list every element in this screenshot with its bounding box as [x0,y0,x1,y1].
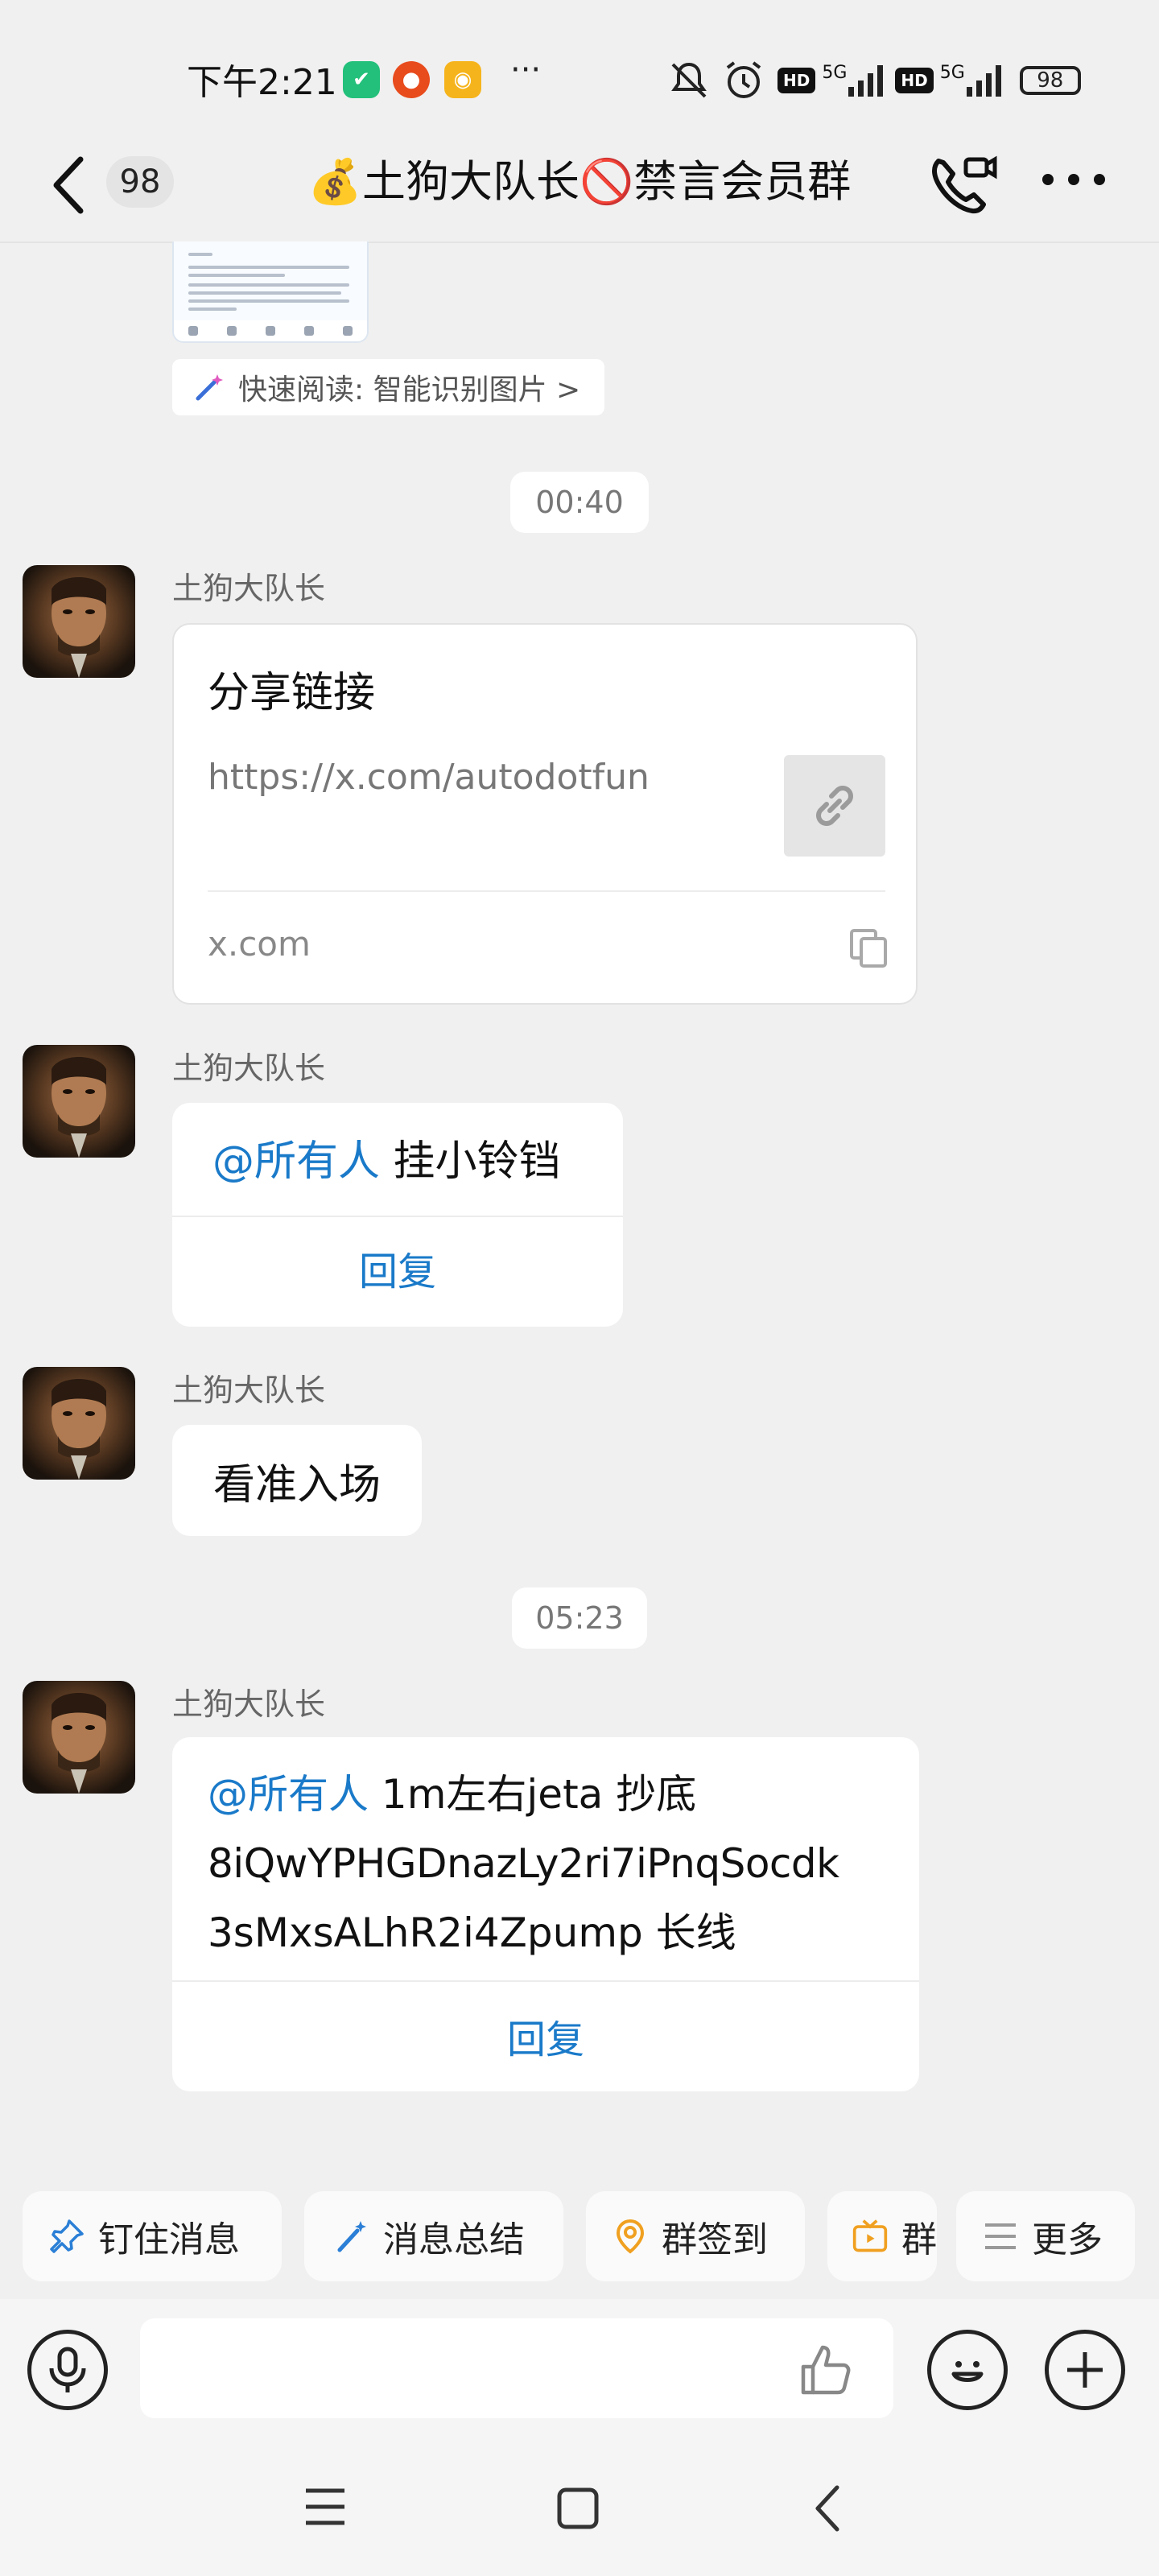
network-label: 5G [822,62,848,83]
copy-icon[interactable] [847,926,890,969]
quick-action-label: 群 [901,2219,937,2260]
message-bubble[interactable]: 看准入场 [172,1425,422,1536]
signal-icon [966,65,1001,97]
microphone-icon [49,2347,86,2392]
message-summary-button[interactable]: 消息总结 [304,2191,563,2281]
link-icon [784,755,885,857]
avatar[interactable] [23,1681,135,1794]
hd-badge: HD [895,68,934,93]
quick-read-button[interactable]: 快速阅读: 智能识别图片 > [172,359,605,415]
reply-divider [172,1980,919,1982]
app-notification-icon: ● [393,61,430,98]
group-title: 💰土狗大队长🚫禁言会员群 [307,156,852,207]
home-icon[interactable] [555,2486,600,2531]
app-notification-icon: ✔ [343,61,380,98]
pin-icon [50,2219,84,2253]
timestamp: 00:40 [510,472,649,533]
system-navigation-bar [0,2441,1159,2576]
input-bar [0,2299,1159,2441]
quick-action-label: 消息总结 [383,2219,525,2260]
status-time: 下午2:21 [187,62,337,103]
call-icon[interactable] [924,151,1000,219]
status-icons: HD 5G HD 5G 98 [666,58,1081,103]
sender-name: 土狗大队长 [172,1051,326,1086]
chat-header: 98 💰土狗大队长🚫禁言会员群 [0,129,1159,243]
avatar[interactable] [23,565,135,678]
timestamp: 05:23 [512,1587,647,1649]
hd-badge: HD [777,68,816,93]
avatar[interactable] [23,1367,135,1480]
message-input[interactable] [140,2318,893,2418]
more-options-icon[interactable] [1040,167,1107,192]
thumbnail-tabbar [174,320,367,341]
message-text: 看准入场 [212,1460,381,1509]
magic-wand-icon [337,2221,366,2252]
group-checkin-button[interactable]: 群签到 [586,2191,805,2281]
quick-action-label: 钉住消息 [98,2219,240,2260]
sender-name: 土狗大队长 [172,1373,326,1408]
voice-button[interactable] [27,2330,108,2410]
link-card-url: https://x.com/autodotfun [208,757,650,798]
pin-message-button[interactable]: 钉住消息 [23,2191,282,2281]
avatar[interactable] [23,1045,135,1158]
tv-icon [852,2219,888,2252]
emoji-button[interactable] [927,2330,1008,2410]
back-arrow-icon[interactable] [45,151,93,219]
quick-action-label: 更多 [1032,2219,1103,2260]
sender-name: 土狗大队长 [172,1686,326,1722]
message-bubble[interactable]: @所有人 1m左右jeta 抄底 8iQwYPHGDnazLy2ri7iPnqS… [172,1737,919,2091]
link-card-title: 分享链接 [208,669,376,717]
weibo-icon: ◉ [444,61,481,98]
thumbs-up-icon[interactable] [797,2339,856,2399]
emoji-icon [951,2361,984,2382]
unread-count-badge[interactable]: 98 [106,156,174,208]
reply-button[interactable]: 回复 [172,1240,623,1296]
quick-read-label: 快速阅读: 智能识别图片 > [238,374,581,407]
more-notifications-icon: ··· [510,52,542,89]
mention-all[interactable]: @所有人 [208,1771,369,1818]
message-text: @所有人 挂小铃铛 [212,1137,561,1186]
more-actions-button[interactable]: 更多 [956,2191,1135,2281]
battery-icon: 98 [1019,66,1081,95]
reply-button[interactable]: 回复 [172,2008,919,2064]
magic-wand-icon [196,374,223,401]
quick-action-label: 群签到 [662,2219,768,2260]
group-live-button[interactable]: 群 [827,2191,937,2281]
recents-menu-icon[interactable] [303,2486,348,2528]
card-divider [208,890,885,892]
checkin-icon [616,2219,645,2254]
mute-icon [671,62,707,98]
reply-divider [172,1216,623,1217]
message-text: @所有人 1m左右jeta 抄底 8iQwYPHGDnazLy2ri7iPnqS… [208,1771,839,1956]
plus-icon [1067,2352,1103,2388]
alarm-icon [726,61,761,98]
network-label: 5G [939,62,965,83]
message-bubble[interactable]: @所有人 挂小铃铛 回复 [172,1103,623,1327]
link-card-domain: x.com [208,924,311,964]
mention-all[interactable]: @所有人 [212,1137,380,1186]
shared-image-thumbnail[interactable] [172,242,369,343]
sender-name: 土狗大队长 [172,571,326,606]
system-back-icon[interactable] [810,2483,845,2534]
menu-icon [985,2223,1016,2249]
link-card[interactable]: 分享链接 https://x.com/autodotfun x.com [172,623,918,1005]
signal-icon [848,65,884,97]
add-button[interactable] [1045,2330,1125,2410]
